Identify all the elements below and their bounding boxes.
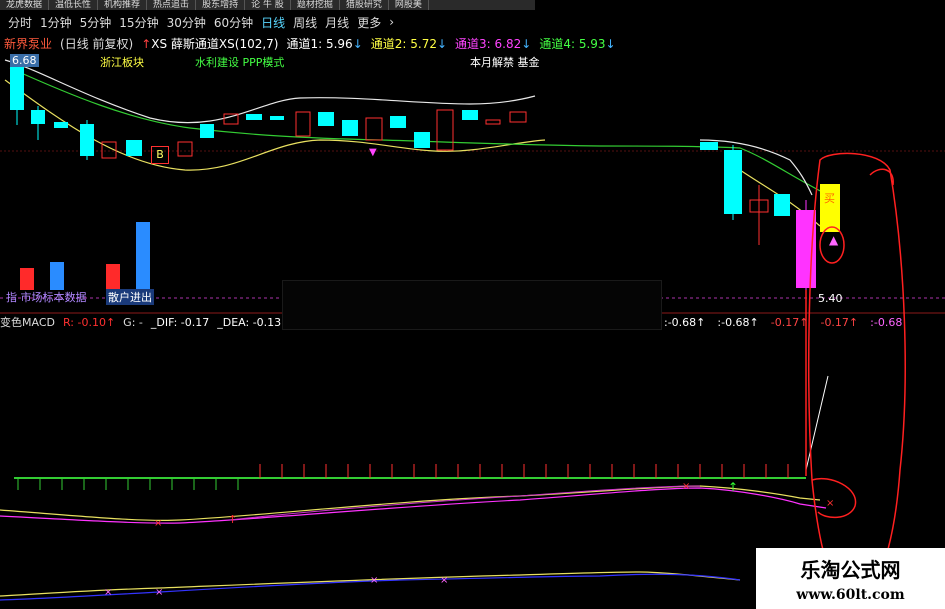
candle	[54, 122, 68, 128]
macd-right-value: -0.17↑	[820, 315, 859, 329]
candle	[365, 117, 383, 141]
macd-right-value: :-0.68↑	[717, 315, 759, 329]
b-marker: B	[151, 146, 169, 164]
candle	[774, 194, 790, 216]
tags-row: 6.68 浙江板块 水利建设 PPP模式 本月解禁 基金	[0, 54, 540, 70]
watermark-title: 乐淘公式网	[800, 558, 901, 582]
candle	[270, 116, 284, 120]
macd-up-arrow-icon: ↑	[728, 480, 738, 494]
candle	[31, 110, 45, 124]
candle	[177, 141, 193, 157]
candle	[342, 120, 358, 136]
volume-bar	[136, 222, 150, 290]
macd-cross-marker: ×	[154, 518, 162, 529]
watermark-url: www.60lt.com	[796, 587, 905, 603]
volume-bar	[50, 262, 64, 290]
volume-legend-left: 指 市场标本数据	[6, 291, 87, 304]
candle	[724, 150, 742, 214]
candle	[700, 142, 718, 150]
macd-title[interactable]: 变色MACD	[0, 314, 55, 330]
sector-tag[interactable]: 浙江板块	[100, 54, 144, 70]
macd-right-value: :-0.68↑	[664, 315, 706, 329]
cross-marker: ×	[440, 575, 448, 586]
candle	[295, 111, 311, 137]
candle	[318, 112, 334, 126]
low-price-label: 5.40	[818, 292, 843, 305]
macd-right-value: :-0.68	[870, 315, 903, 329]
candle	[485, 119, 501, 125]
macd-cross-marker: ×	[682, 481, 690, 492]
candle	[436, 109, 454, 151]
macd-dea-value: _DEA: -0.13	[217, 315, 282, 329]
candle	[126, 140, 142, 156]
macd-dea-line	[0, 487, 827, 524]
candle	[509, 111, 527, 123]
candle	[200, 124, 214, 138]
volume-bar	[106, 264, 120, 290]
buy-marker: 买	[824, 192, 835, 205]
note-tag[interactable]: 本月解禁 基金	[470, 54, 540, 70]
macd-dif-value: _DIF: -0.17	[150, 315, 210, 329]
macd-up-arrow-icon: ↑	[228, 513, 237, 526]
volume-bar	[20, 268, 34, 290]
cross-marker: ×	[104, 587, 112, 598]
candle	[414, 132, 430, 148]
annotation-stroke	[869, 168, 894, 186]
candle	[390, 116, 406, 128]
macd-right-value: -0.17↑	[770, 315, 809, 329]
top-price-label: 6.68	[10, 54, 39, 67]
volume-legend-right: 散户进出	[106, 289, 154, 305]
candle	[462, 110, 478, 120]
macd-info-line: 变色MACD R: -0.10↑ G: - _DIF: -0.17 _DEA: …	[0, 314, 281, 330]
buy-arrow-icon: ▲	[829, 233, 839, 247]
macd-cross-marker: ×	[826, 498, 834, 509]
candle	[246, 114, 262, 120]
macd-g-value: G: -	[123, 315, 143, 329]
cross-marker: ×	[370, 575, 378, 586]
concept-tag[interactable]: 水利建设 PPP模式	[195, 54, 284, 70]
candle	[80, 124, 94, 156]
macd-right-values: :-0.68↑ :-0.68↑ -0.17↑ -0.17↑ :-0.68	[664, 314, 902, 330]
redaction-box	[282, 280, 662, 330]
cross-marker: ×	[155, 587, 163, 598]
candlestick-group	[10, 55, 840, 294]
sell-marker-icon: ▼	[369, 147, 377, 158]
watermark-box: 乐淘公式网 www.60lt.com	[756, 548, 945, 609]
macd-r-value: R: -0.10↑	[62, 315, 116, 329]
